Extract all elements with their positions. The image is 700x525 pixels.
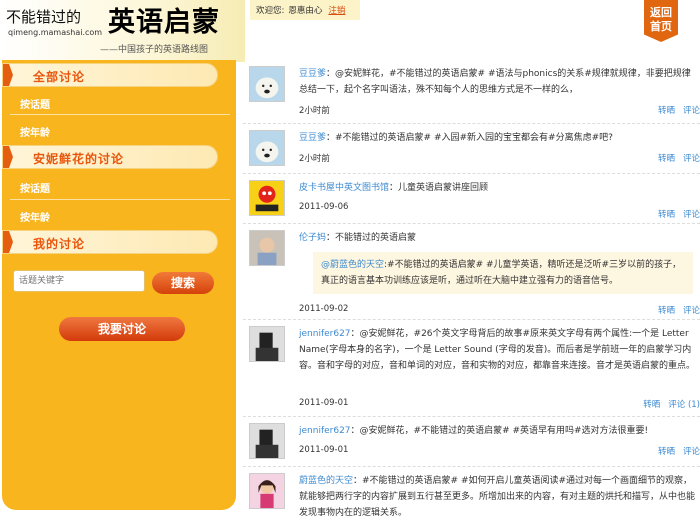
- post-text: ：#不能错过的英语启蒙# #入园#新入园的宝宝都会有#分离焦虑#吧?: [326, 133, 613, 143]
- post-text: ：@安妮鲜花，#不能错过的英语启蒙# #语法与phonics的关系#规律就规律，…: [299, 69, 691, 95]
- post-text: ：#不能错过的英语启蒙# #如何开启儿童英语阅读#通过对每一个画面细节的观察，就…: [299, 476, 696, 518]
- post-author-link[interactable]: jennifer627: [299, 329, 351, 339]
- list-item: 蔚蓝色的天空：#不能错过的英语启蒙# #如何开启儿童英语阅读#通过对每一个画面细…: [243, 467, 700, 525]
- post-time: 2011-09-01: [299, 445, 349, 455]
- person-photo-avatar[interactable]: [249, 423, 285, 459]
- post-actions: 转晒 评论: [658, 304, 700, 316]
- peek-logo-avatar[interactable]: [249, 180, 285, 216]
- post-text: ：不能错过的英语启蒙: [326, 233, 417, 243]
- post-author-link[interactable]: 伦子妈: [299, 233, 326, 243]
- child-photo-avatar[interactable]: [249, 230, 285, 266]
- topic-search-input[interactable]: [13, 270, 145, 292]
- post-time: 2011-09-01: [299, 398, 349, 408]
- divider: [10, 199, 230, 200]
- post-actions: 转晒 评论: [658, 152, 700, 164]
- list-item: 皮卡书屋中英文图书馆：儿童英语启蒙讲座回顾 2011-09-06 转晒 评论: [243, 174, 700, 224]
- repost-link[interactable]: 转晒: [643, 400, 660, 410]
- comment-link[interactable]: 评论: [683, 447, 700, 457]
- post-content: 蔚蓝色的天空：#不能错过的英语启蒙# #如何开启儿童英语阅读#通过对每一个画面细…: [299, 473, 695, 521]
- comment-link[interactable]: 评论: [683, 306, 700, 316]
- repost-link[interactable]: 转晒: [658, 447, 675, 457]
- comment-link[interactable]: 评论: [683, 106, 700, 116]
- post-author-link[interactable]: 蔚蓝色的天空: [299, 476, 353, 486]
- section-tab-icon: [3, 64, 13, 86]
- post-actions: 转晒 评论: [658, 104, 700, 116]
- quoted-author-link[interactable]: @蔚蓝色的天空: [321, 260, 384, 270]
- header: 不能错过的 英语启蒙 qimeng.mamashai.com ——中国孩子的英语…: [0, 0, 700, 62]
- search-button[interactable]: 搜索: [152, 272, 214, 294]
- section-annie-label: 安妮鲜花的讨论: [33, 152, 125, 166]
- section-my-discussions[interactable]: 我的讨论: [2, 230, 218, 254]
- cartoon-girl-avatar[interactable]: [249, 473, 285, 509]
- logout-link[interactable]: 注销: [328, 6, 345, 16]
- logo-prefix: 不能错过的: [6, 8, 82, 26]
- post-time: 2小时前: [299, 154, 330, 164]
- all-by-topic-link[interactable]: 按话题: [20, 96, 50, 111]
- person-photo-avatar[interactable]: [249, 326, 285, 362]
- post-actions: 转晒 评论: [658, 208, 700, 220]
- all-by-age-link[interactable]: 按年龄: [20, 124, 50, 139]
- post-author-link[interactable]: 豆豆爹: [299, 69, 326, 79]
- username: 恩惠由心: [288, 6, 323, 16]
- post-content: 豆豆爹：#不能错过的英语启蒙# #入园#新入园的宝宝都会有#分离焦虑#吧?: [299, 130, 695, 146]
- section-tab-icon: [3, 146, 13, 168]
- back-home-button[interactable]: 返回 首页: [644, 0, 678, 42]
- section-my-label: 我的讨论: [33, 237, 86, 251]
- section-annie-discussions[interactable]: 安妮鲜花的讨论: [2, 145, 218, 169]
- section-all-discussions[interactable]: 全部讨论: [2, 63, 218, 87]
- post-author-link[interactable]: 皮卡书屋中英文图书馆: [299, 183, 389, 193]
- repost-link[interactable]: 转晒: [658, 306, 675, 316]
- logo-url: qimeng.mamashai.com: [8, 28, 103, 37]
- annie-by-topic-link[interactable]: 按话题: [20, 180, 50, 195]
- comment-link[interactable]: 评论 (1): [668, 400, 700, 410]
- post-author-link[interactable]: 豆豆爹: [299, 133, 326, 143]
- post-content: 皮卡书屋中英文图书馆：儿童英语启蒙讲座回顾: [299, 180, 695, 196]
- list-item: jennifer627：@安妮鲜花，#26个英文字母背后的故事#原来英文字母有两…: [243, 320, 700, 417]
- post-content: jennifer627：@安妮鲜花，#不能错过的英语启蒙# #英语早有用吗#选对…: [299, 423, 695, 439]
- repost-link[interactable]: 转晒: [658, 106, 675, 116]
- post-time: 2小时前: [299, 106, 330, 116]
- sidebar: 全部讨论 按话题 按年龄 安妮鲜花的讨论 按话题 按年龄 我的讨论 搜索 我要讨…: [2, 60, 236, 510]
- logo-main: 英语启蒙: [108, 7, 220, 38]
- welcome-bar: 欢迎您: 恩惠由心 注销: [250, 0, 360, 20]
- repost-link[interactable]: 转晒: [658, 154, 675, 164]
- annie-by-age-link[interactable]: 按年龄: [20, 209, 50, 224]
- repost-link[interactable]: 转晒: [658, 210, 675, 220]
- post-time: 2011-09-06: [299, 202, 349, 212]
- post-text: ：儿童英语启蒙讲座回顾: [389, 183, 489, 193]
- list-item: 豆豆爹：@安妮鲜花，#不能错过的英语启蒙# #语法与phonics的关系#规律就…: [243, 60, 700, 124]
- post-actions: 转晒 评论 (1): [643, 398, 700, 410]
- list-item: jennifer627：@安妮鲜花，#不能错过的英语启蒙# #英语早有用吗#选对…: [243, 417, 700, 467]
- logo[interactable]: 不能错过的 英语启蒙 qimeng.mamashai.com ——中国孩子的英语…: [0, 0, 245, 62]
- post-content: 豆豆爹：@安妮鲜花，#不能错过的英语启蒙# #语法与phonics的关系#规律就…: [299, 66, 695, 98]
- section-all-label: 全部讨论: [33, 70, 86, 84]
- discussion-feed: 豆豆爹：@安妮鲜花，#不能错过的英语启蒙# #语法与phonics的关系#规律就…: [243, 60, 700, 525]
- back-home-label-2: 首页: [650, 20, 672, 33]
- post-text: ：@安妮鲜花，#26个英文字母背后的故事#原来英文字母有两个属性:一个是 Let…: [299, 329, 696, 371]
- list-item: 伦子妈：不能错过的英语启蒙 @蔚蓝色的天空:#不能错过的英语启蒙# #儿童学英语…: [243, 224, 700, 320]
- polar-bear-avatar[interactable]: [249, 66, 285, 102]
- post-text: ：@安妮鲜花，#不能错过的英语启蒙# #英语早有用吗#选对方法很重要!: [350, 426, 649, 436]
- quoted-post: @蔚蓝色的天空:#不能错过的英语启蒙# #儿童学英语，精听还是泛听#三岁以前的孩…: [313, 252, 693, 294]
- logo-subtitle: ——中国孩子的英语路线图: [100, 45, 209, 55]
- post-content: jennifer627：@安妮鲜花，#26个英文字母背后的故事#原来英文字母有两…: [299, 326, 695, 374]
- section-tab-icon: [3, 231, 13, 253]
- start-discussion-button[interactable]: 我要讨论: [59, 317, 185, 341]
- divider: [10, 114, 230, 115]
- post-author-link[interactable]: jennifer627: [299, 426, 351, 436]
- list-item: 豆豆爹：#不能错过的英语启蒙# #入园#新入园的宝宝都会有#分离焦虑#吧? 2小…: [243, 124, 700, 174]
- post-content: 伦子妈：不能错过的英语启蒙: [299, 230, 695, 246]
- welcome-label: 欢迎您:: [256, 6, 285, 16]
- comment-link[interactable]: 评论: [683, 210, 700, 220]
- comment-link[interactable]: 评论: [683, 154, 700, 164]
- back-home-label-1: 返回: [650, 6, 672, 19]
- post-actions: 转晒 评论: [658, 445, 700, 457]
- post-time: 2011-09-02: [299, 304, 349, 314]
- polar-bear-avatar[interactable]: [249, 130, 285, 166]
